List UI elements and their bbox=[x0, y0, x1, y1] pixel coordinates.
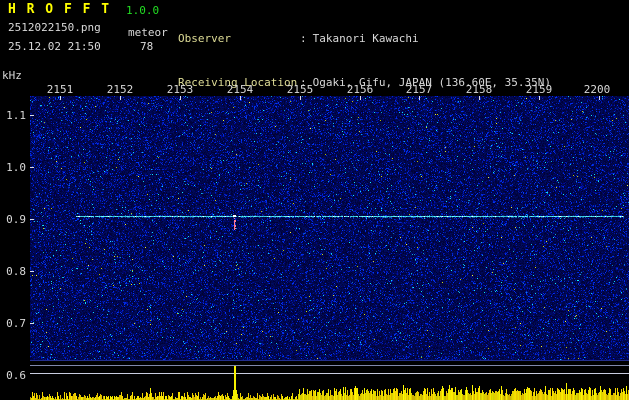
observer-row: Observer: Takanori Kawachi bbox=[178, 32, 551, 47]
time-label: 2158 bbox=[465, 83, 493, 96]
observer-label: Observer bbox=[178, 32, 231, 45]
time-label: 2159 bbox=[525, 83, 553, 96]
date-time-label: 25.12.02 21:50 bbox=[8, 40, 101, 53]
time-label: 2152 bbox=[106, 83, 134, 96]
time-label: 2155 bbox=[286, 83, 314, 96]
freq-unit-label: kHz bbox=[2, 69, 22, 82]
mode-label: meteor bbox=[128, 26, 168, 39]
output-filename: 2512022150.png bbox=[8, 21, 101, 34]
time-label: 2151 bbox=[46, 83, 74, 96]
freq-label: 1.0 bbox=[6, 161, 26, 174]
app-title: H R O F F T bbox=[8, 2, 111, 17]
echo-count: 78 bbox=[140, 40, 154, 53]
spectrogram-canvas bbox=[30, 96, 629, 360]
time-label: 2153 bbox=[166, 83, 194, 96]
hrofft-output: H R O F F T 1.0.0 2512022150.png meteor … bbox=[0, 0, 629, 400]
app-version: 1.0.0 bbox=[126, 4, 160, 17]
time-label: 2154 bbox=[226, 83, 254, 96]
time-label: 2157 bbox=[405, 83, 433, 96]
freq-label: 0.6 bbox=[6, 369, 26, 382]
freq-label: 0.7 bbox=[6, 317, 26, 330]
time-label: 2156 bbox=[346, 83, 374, 96]
freq-label: 0.8 bbox=[6, 265, 26, 278]
observer-value: Takanori Kawachi bbox=[312, 32, 419, 45]
signal-level-canvas bbox=[30, 360, 629, 400]
freq-label: 0.9 bbox=[6, 213, 26, 226]
time-label: 2200 bbox=[583, 83, 611, 96]
colon: : bbox=[300, 32, 307, 45]
freq-label: 1.1 bbox=[6, 109, 26, 122]
